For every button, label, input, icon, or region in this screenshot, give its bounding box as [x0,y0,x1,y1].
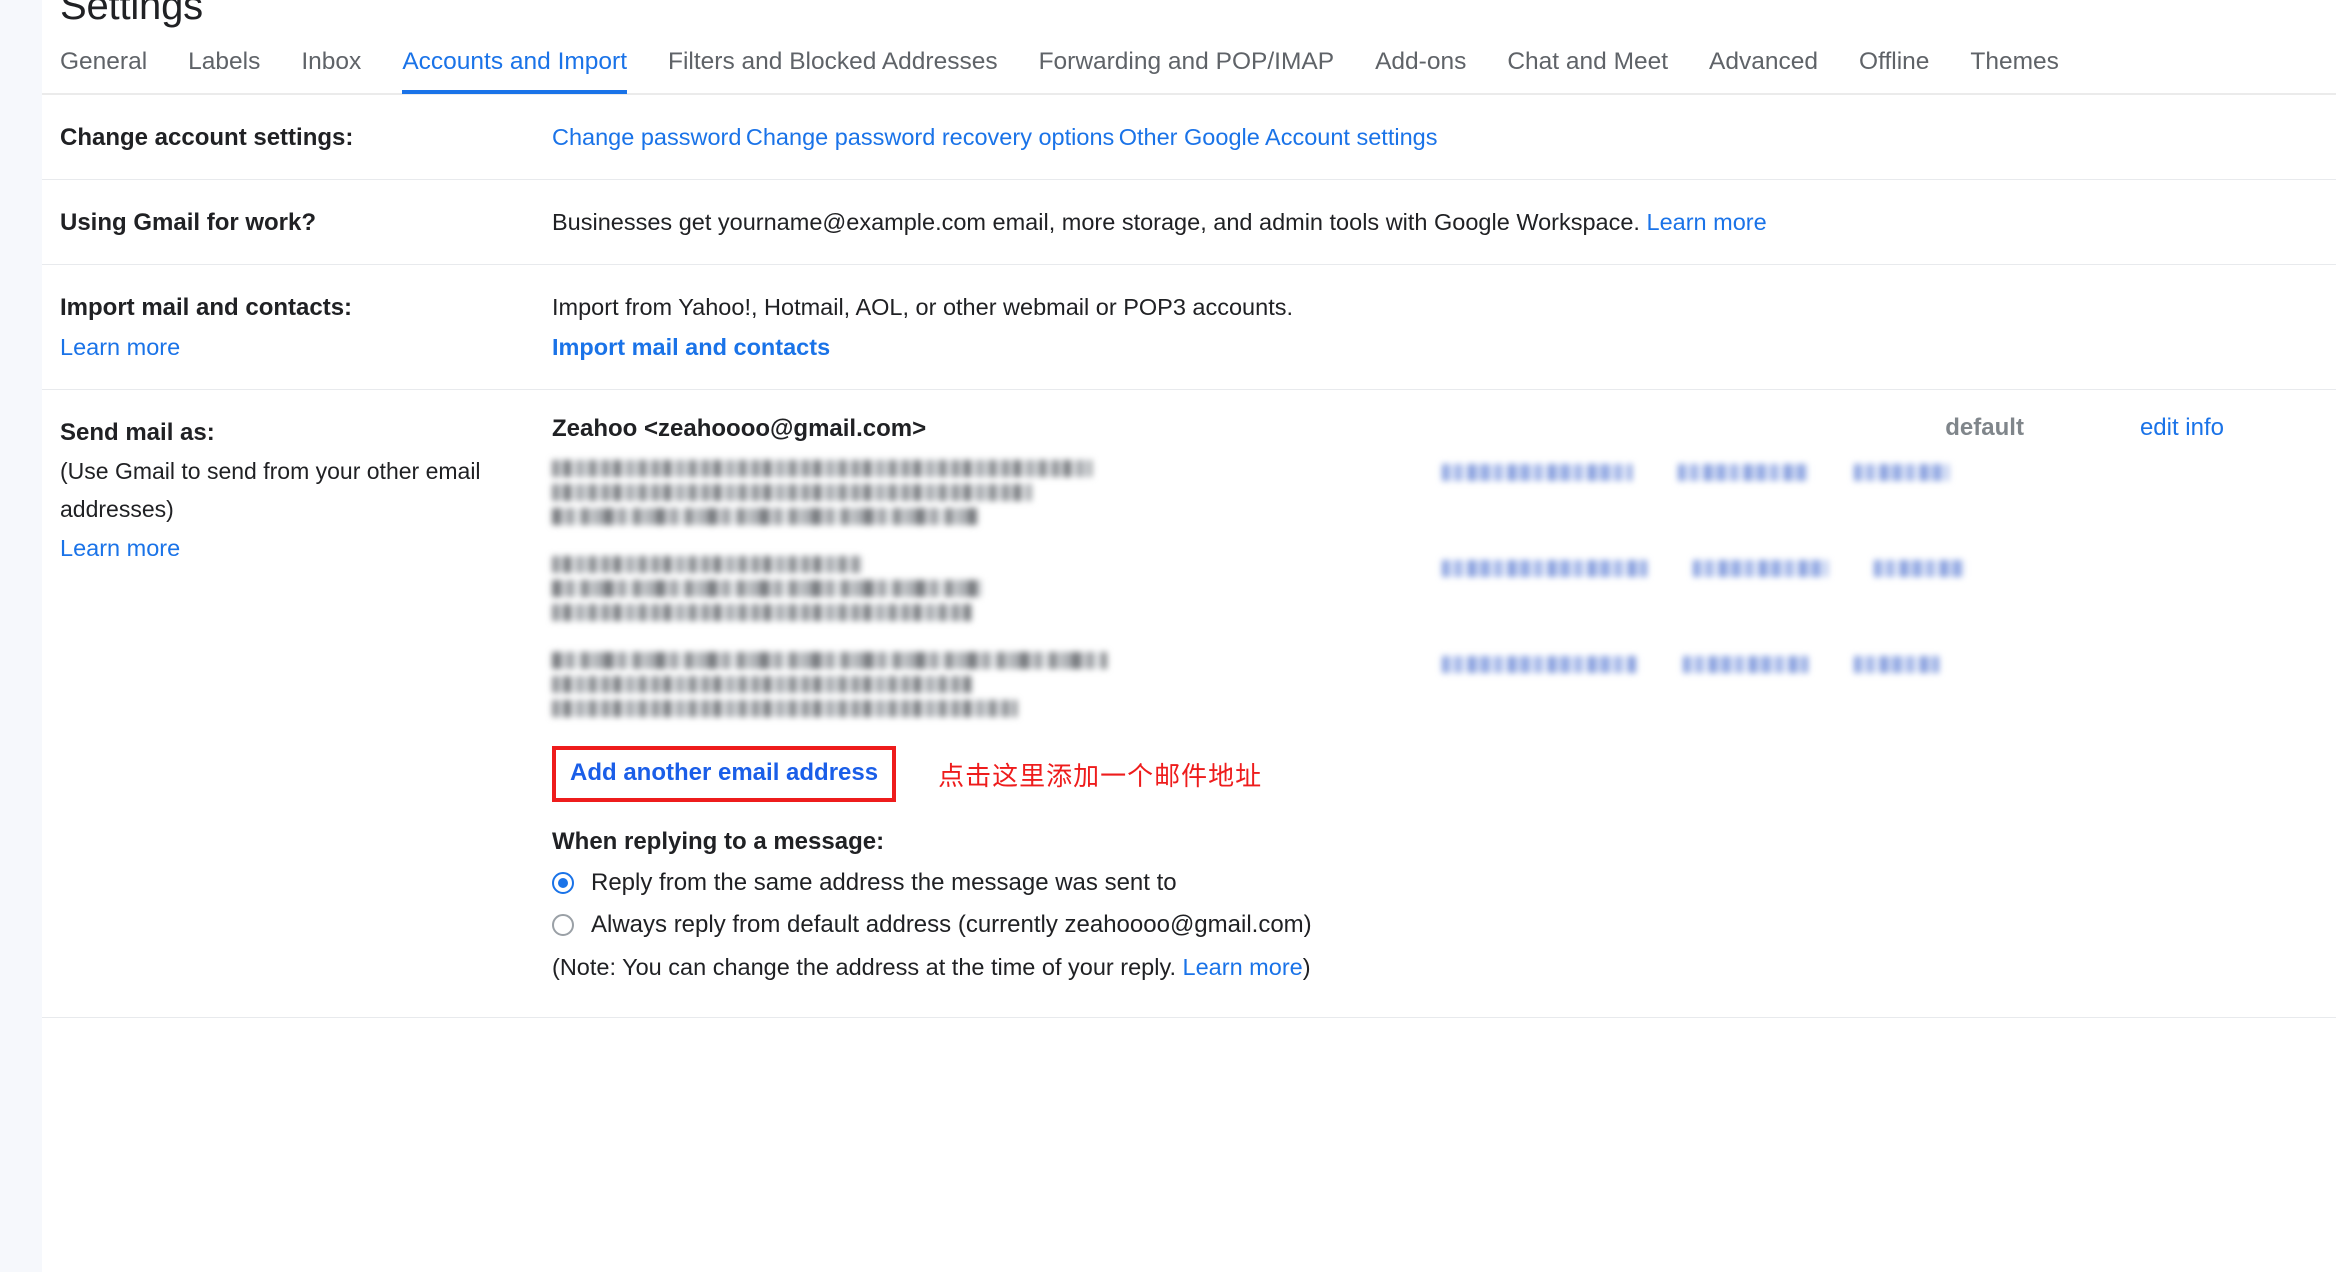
reply-note-suffix: ) [1302,954,1311,980]
send-mail-as-label-col: Send mail as: (Use Gmail to send from yo… [42,412,552,568]
redacted-action-block [1693,560,1828,577]
tab-themes[interactable]: Themes [1970,48,2059,92]
reply-note: (Note: You can change the address at the… [552,947,2336,987]
tab-offline[interactable]: Offline [1859,48,1929,92]
reply-option-same-address-label: Reply from the same address the message … [591,869,1177,896]
send-mail-as-label: Send mail as: [60,419,215,446]
redacted-text-block [552,460,1092,477]
reply-option-same-address[interactable]: Reply from the same address the message … [552,863,2336,903]
import-description: Import from Yahoo!, Hotmail, AOL, or oth… [552,294,1294,320]
annotation-text: 点击这里添加一个邮件地址 [938,760,1263,791]
row-change-account-settings: Change account settings: Change password… [42,95,2336,180]
send-mail-as-sublabel: (Use Gmail to send from your other email… [60,458,481,522]
change-account-settings-label-col: Change account settings: [42,117,552,157]
settings-content: Change account settings: Change password… [42,95,2336,1018]
tab-chat-and-meet[interactable]: Chat and Meet [1507,48,1668,92]
send-mail-as-entry-actions-redacted[interactable] [1412,452,2336,481]
redacted-text-block [552,676,972,693]
radio-default-address[interactable] [552,914,574,936]
tab-advanced[interactable]: Advanced [1709,48,1818,92]
send-mail-as-entries [552,452,2336,740]
change-account-settings-body: Change password Change password recovery… [552,117,2336,157]
redacted-action-link[interactable] [1683,656,1808,673]
reply-option-default-address[interactable]: Always reply from default address (curre… [552,905,2336,945]
send-mail-as-entry-actions-redacted[interactable] [1412,548,2336,577]
send-mail-as-entry[interactable] [552,644,2336,740]
redacted-action-link[interactable] [1854,656,1939,673]
change-account-settings-label: Change account settings: [60,124,354,151]
send-mail-as-entry-address-redacted [552,548,1412,621]
redacted-text-block [552,652,1107,669]
tab-general[interactable]: General [60,48,147,92]
redacted-action-link[interactable] [1678,464,1808,481]
redacted-text-block [552,700,1017,717]
send-mail-as-column-headers: default edit info [1945,414,2224,442]
settings-tabbar: General Labels Inbox Accounts and Import Fil… [42,48,2336,95]
change-password-recovery-link[interactable]: Change password recovery options [746,117,1114,157]
redacted-action-link[interactable] [1442,656,1637,673]
gmail-for-work-learn-more-link[interactable]: Learn more [1647,209,1767,235]
send-mail-as-entry-address-redacted [552,644,1412,717]
settings-page: Settings General Labels Inbox Accounts and … [0,0,2336,1272]
redacted-text-block [552,604,972,621]
row-send-mail-as: Send mail as: (Use Gmail to send from yo… [42,390,2336,1018]
import-label-col: Import mail and contacts: Learn more [42,287,552,367]
redacted-action-block [1678,464,1808,481]
edit-info-link[interactable]: edit info [2140,414,2224,442]
import-learn-more-link[interactable]: Learn more [60,327,180,367]
redacted-action-link[interactable] [1442,560,1647,577]
redacted-action-block [1442,560,1647,577]
gmail-for-work-body: Businesses get yourname@example.com emai… [552,202,2336,242]
redacted-action-link[interactable] [1442,464,1632,481]
redacted-action-link[interactable] [1693,560,1828,577]
when-replying-block: When replying to a message: Reply from t… [552,824,2336,987]
import-label: Import mail and contacts: [60,294,353,321]
redacted-action-block [1854,656,1939,673]
redacted-action-link[interactable] [1854,464,1949,481]
default-column-label: default [1945,414,2024,441]
redacted-text-block [552,580,982,597]
redacted-action-block [1683,656,1808,673]
send-mail-as-learn-more-link[interactable]: Learn more [60,528,180,568]
gmail-for-work-label: Using Gmail for work? [60,209,317,236]
tab-accounts-and-import[interactable]: Accounts and Import [402,48,627,94]
redacted-text-block [552,484,1032,501]
add-another-email-address-wrap: Add another email address 点击这里添加一个邮件地址 [552,746,2336,802]
row-gmail-for-work: Using Gmail for work? Businesses get you… [42,180,2336,265]
change-password-link[interactable]: Change password [552,117,741,157]
add-another-email-address-button[interactable]: Add another email address [552,746,897,802]
import-body: Import from Yahoo!, Hotmail, AOL, or oth… [552,287,2336,367]
redacted-text-block [552,508,977,525]
send-mail-as-body: default edit info Zeahoo <zeahoooo@gmail… [552,412,2336,987]
redacted-text-block [552,556,862,573]
tab-add-ons[interactable]: Add-ons [1375,48,1466,92]
gmail-for-work-description: Businesses get yourname@example.com emai… [552,209,1640,235]
add-another-email-address-label: Add another email address [570,759,879,786]
radio-same-address[interactable] [552,872,574,894]
page-title: Settings [60,0,203,28]
redacted-action-block [1442,464,1632,481]
redacted-action-link[interactable] [1874,560,1964,577]
send-mail-as-entry-actions-redacted[interactable] [1412,644,2336,673]
tab-labels[interactable]: Labels [188,48,260,92]
other-google-account-settings-link[interactable]: Other Google Account settings [1119,117,1438,157]
redacted-action-block [1442,656,1637,673]
when-replying-heading: When replying to a message: [552,828,885,855]
redacted-action-block [1854,464,1949,481]
redacted-action-block [1874,560,1964,577]
gmail-for-work-label-col: Using Gmail for work? [42,202,552,242]
send-mail-as-entry[interactable] [552,548,2336,644]
tab-inbox[interactable]: Inbox [301,48,361,92]
send-mail-as-entry-address-redacted [552,452,1412,525]
reply-option-default-address-label: Always reply from default address (curre… [591,911,1312,938]
gmail-for-work-text-line: Businesses get yourname@example.com emai… [552,202,2336,242]
tab-filters-and-blocked-addresses[interactable]: Filters and Blocked Addresses [668,48,998,92]
tab-forwarding-and-pop-imap[interactable]: Forwarding and POP/IMAP [1039,48,1334,92]
reply-note-learn-more-link[interactable]: Learn more [1183,954,1303,980]
row-import-mail-contacts: Import mail and contacts: Learn more Imp… [42,265,2336,390]
left-gutter [0,0,42,1272]
reply-note-prefix: (Note: You can change the address at the… [552,954,1177,980]
import-mail-and-contacts-link[interactable]: Import mail and contacts [552,327,830,367]
send-mail-as-entry[interactable] [552,452,2336,548]
